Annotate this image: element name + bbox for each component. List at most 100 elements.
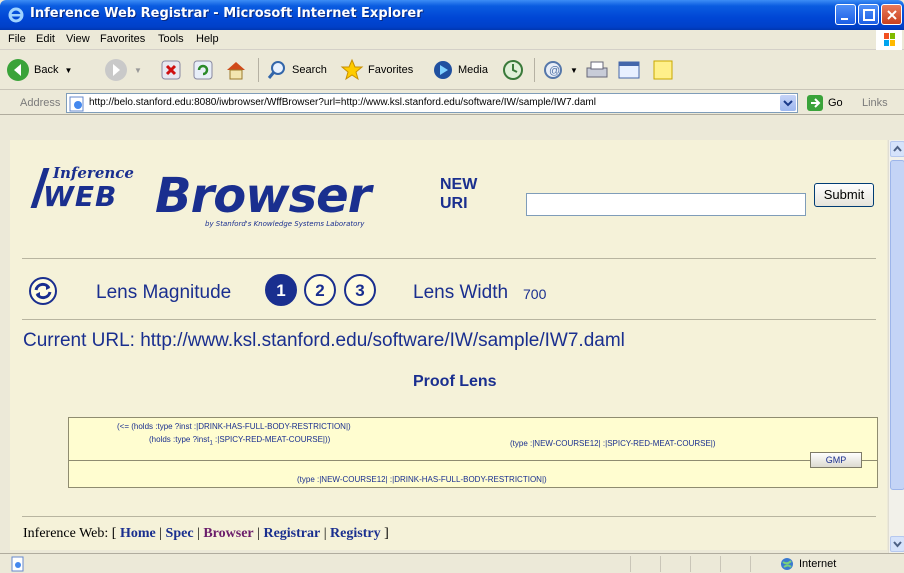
- chevron-down-icon: [783, 100, 793, 107]
- mail-icon: @: [544, 61, 562, 79]
- footer-link-home[interactable]: Home: [120, 526, 156, 541]
- search-button[interactable]: Search: [266, 57, 327, 83]
- lens-width-label: Lens Width: [413, 282, 509, 303]
- gmp-rule-button[interactable]: GMP: [810, 452, 862, 468]
- footer-link-registry[interactable]: Registry: [330, 526, 381, 541]
- submit-button[interactable]: Submit: [814, 183, 874, 207]
- minimize-button[interactable]: [835, 4, 856, 25]
- divider: [22, 258, 876, 259]
- search-icon: [267, 61, 285, 79]
- lens-width-value: 700: [523, 286, 547, 302]
- footer-link-spec[interactable]: Spec: [166, 526, 194, 541]
- search-label: Search: [292, 64, 327, 76]
- menu-edit[interactable]: Edit: [36, 33, 55, 45]
- menu-help[interactable]: Help: [196, 33, 219, 45]
- favorites-button[interactable]: Favorites: [340, 57, 413, 83]
- scroll-down-button[interactable]: [890, 536, 904, 552]
- status-pane: [720, 556, 721, 572]
- menu-tools[interactable]: Tools: [158, 33, 184, 45]
- premise-2-text: (holds :type ?inst: [149, 435, 210, 444]
- page-status-icon: [11, 556, 24, 572]
- back-button[interactable]: Back ▼: [6, 57, 72, 83]
- footer-prefix: Inference Web: [: [23, 526, 120, 541]
- magnitude-1-button[interactable]: 1: [265, 274, 297, 306]
- footer-link-browser[interactable]: Browser: [203, 526, 253, 541]
- conclusion[interactable]: (type :|NEW-COURSE12| :|DRINK-HAS-FULL-B…: [297, 475, 547, 484]
- menu-favorites[interactable]: Favorites: [100, 33, 145, 45]
- toolbar-separator: [258, 58, 259, 82]
- forward-button[interactable]: ▼: [104, 57, 142, 83]
- toolbar-separator: [534, 58, 535, 82]
- favorites-label: Favorites: [368, 64, 414, 76]
- footer-suffix: ]: [380, 526, 389, 541]
- home-button[interactable]: [224, 57, 248, 83]
- close-button[interactable]: [881, 4, 902, 25]
- print-button[interactable]: [584, 57, 610, 83]
- media-icon: [434, 61, 452, 79]
- messenger-button[interactable]: [652, 57, 674, 83]
- address-label: Address: [20, 97, 61, 109]
- links-label[interactable]: Links: [862, 97, 888, 109]
- status-pane: [630, 556, 631, 572]
- media-label: Media: [458, 64, 488, 76]
- menu-bar: File Edit View Favorites Tools Help: [0, 30, 904, 50]
- new-uri-input[interactable]: [526, 193, 806, 216]
- edit-page-icon: [618, 61, 640, 79]
- chevron-down-icon: [893, 541, 902, 548]
- stop-button[interactable]: [160, 57, 182, 83]
- stop-icon: [161, 60, 181, 80]
- address-dropdown-button[interactable]: [780, 95, 796, 111]
- edit-button[interactable]: [616, 57, 642, 83]
- logo-browser-text: Browser: [155, 168, 371, 224]
- address-bar: Address http://belo.stanford.edu:8080/iw…: [0, 91, 904, 115]
- status-pane: [750, 556, 751, 572]
- magnitude-2-button[interactable]: 2: [304, 274, 336, 306]
- star-icon: [340, 58, 364, 81]
- security-zone: Internet: [780, 557, 836, 571]
- printer-icon: [586, 61, 608, 78]
- maximize-button[interactable]: [858, 4, 879, 25]
- go-button[interactable]: Go: [806, 94, 843, 112]
- scroll-thumb[interactable]: [890, 160, 904, 490]
- proof-lens-title: Proof Lens: [413, 373, 497, 390]
- history-icon: [503, 60, 523, 80]
- premise-2[interactable]: (holds :type ?inst1 :|SPICY-RED-MEAT-COU…: [149, 435, 330, 447]
- back-label: Back: [34, 64, 59, 76]
- vertical-scrollbar[interactable]: [888, 140, 904, 553]
- new-uri-label-line2: URI: [440, 195, 468, 212]
- web-page: Inference WEB Browser by Stanford's Know…: [10, 140, 887, 550]
- premise-1[interactable]: (<= (holds :type ?inst :|DRINK-HAS-FULL-…: [117, 422, 351, 431]
- logo-subtitle: by Stanford's Knowledge Systems Laborato…: [205, 220, 365, 228]
- windows-flag-icon: [876, 30, 902, 50]
- chevron-down-icon: ▼: [570, 65, 578, 75]
- magnitude-3-button[interactable]: 3: [344, 274, 376, 306]
- zone-label: Internet: [799, 558, 837, 570]
- menu-view[interactable]: View: [66, 33, 90, 45]
- address-input[interactable]: http://belo.stanford.edu:8080/iwbrowser/…: [66, 93, 798, 113]
- refresh-button[interactable]: [192, 57, 214, 83]
- new-uri-label-line1: NEW: [440, 176, 478, 193]
- forward-arrow-icon: [105, 59, 127, 81]
- history-button[interactable]: [502, 57, 524, 83]
- logo-web-text: WEB: [43, 180, 118, 213]
- address-url: http://belo.stanford.edu:8080/iwbrowser/…: [89, 97, 596, 108]
- refresh-lens-icon[interactable]: [28, 276, 58, 306]
- lens-magnitude-label: Lens Magnitude: [96, 282, 232, 303]
- footer-link-registrar[interactable]: Registrar: [263, 526, 320, 541]
- status-pane: [660, 556, 661, 572]
- menu-file[interactable]: File: [8, 33, 26, 45]
- refresh-icon: [193, 60, 213, 80]
- current-url: Current URL: http://www.ksl.stanford.edu…: [23, 330, 625, 351]
- browser-window: Inference Web Registrar - Microsoft Inte…: [0, 0, 904, 573]
- mail-button[interactable]: @ ▼: [542, 57, 578, 83]
- premise-3[interactable]: (type :|NEW-COURSE12| :|SPICY-RED-MEAT-C…: [510, 439, 716, 448]
- chevron-up-icon: [893, 145, 902, 152]
- media-button[interactable]: Media: [432, 57, 488, 83]
- page-icon: [69, 96, 84, 112]
- new-uri-label: NEW URI: [440, 175, 477, 213]
- status-pane: [690, 556, 691, 572]
- title-bar[interactable]: Inference Web Registrar - Microsoft Inte…: [0, 0, 904, 30]
- scroll-up-button[interactable]: [890, 141, 904, 157]
- svg-text:@: @: [549, 65, 560, 77]
- footer-nav: Inference Web: [ Home | Spec | Browser |…: [23, 526, 389, 541]
